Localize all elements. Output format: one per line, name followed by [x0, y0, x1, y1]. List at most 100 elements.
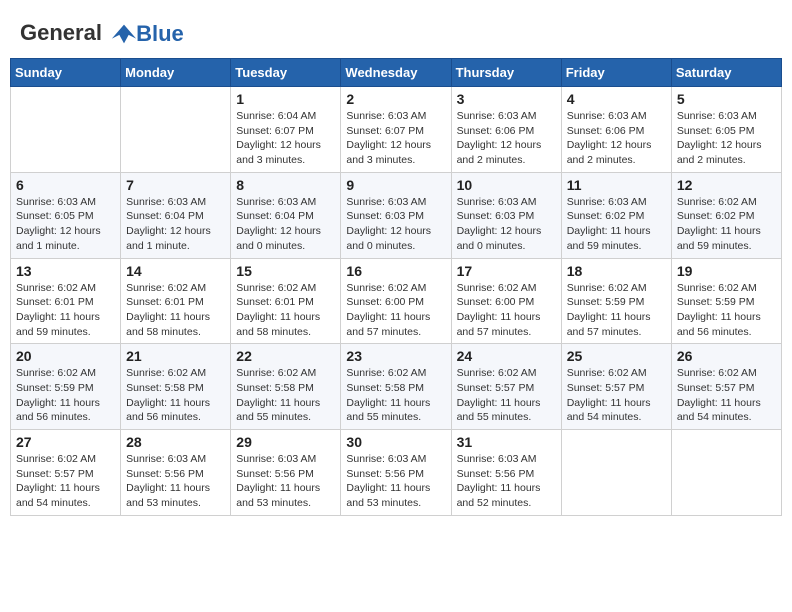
calendar-cell: 30 Sunrise: 6:03 AM Sunset: 5:56 PM Dayli… [341, 430, 451, 516]
day-info: Sunrise: 6:02 AM Sunset: 5:58 PM Dayligh… [236, 366, 335, 425]
day-info: Sunrise: 6:02 AM Sunset: 5:57 PM Dayligh… [567, 366, 666, 425]
calendar-week-2: 6 Sunrise: 6:03 AM Sunset: 6:05 PM Daylig… [11, 172, 782, 258]
day-info: Sunrise: 6:02 AM Sunset: 6:01 PM Dayligh… [126, 281, 225, 340]
calendar-cell [121, 87, 231, 173]
day-number: 30 [346, 434, 445, 450]
calendar-cell: 31 Sunrise: 6:03 AM Sunset: 5:56 PM Dayli… [451, 430, 561, 516]
day-info: Sunrise: 6:03 AM Sunset: 5:56 PM Dayligh… [457, 452, 556, 511]
day-number: 11 [567, 177, 666, 193]
day-info: Sunrise: 6:02 AM Sunset: 5:57 PM Dayligh… [677, 366, 776, 425]
calendar-cell: 15 Sunrise: 6:02 AM Sunset: 6:01 PM Dayli… [231, 258, 341, 344]
calendar-cell [561, 430, 671, 516]
day-number: 15 [236, 263, 335, 279]
day-number: 13 [16, 263, 115, 279]
day-info: Sunrise: 6:02 AM Sunset: 6:01 PM Dayligh… [16, 281, 115, 340]
calendar-cell: 14 Sunrise: 6:02 AM Sunset: 6:01 PM Dayli… [121, 258, 231, 344]
calendar-cell: 24 Sunrise: 6:02 AM Sunset: 5:57 PM Dayli… [451, 344, 561, 430]
day-info: Sunrise: 6:02 AM Sunset: 5:59 PM Dayligh… [16, 366, 115, 425]
logo: General Blue [20, 20, 184, 48]
day-number: 19 [677, 263, 776, 279]
weekday-header-row: SundayMondayTuesdayWednesdayThursdayFrid… [11, 59, 782, 87]
day-number: 22 [236, 348, 335, 364]
day-info: Sunrise: 6:03 AM Sunset: 6:06 PM Dayligh… [457, 109, 556, 168]
weekday-header-sunday: Sunday [11, 59, 121, 87]
day-number: 23 [346, 348, 445, 364]
calendar-cell: 2Sunrise: 6:03 AM Sunset: 6:07 PM Daylig… [341, 87, 451, 173]
calendar-cell: 1 Sunrise: 6:04 AM Sunset: 6:07 PM Daylig… [231, 87, 341, 173]
calendar-cell: 8 Sunrise: 6:03 AM Sunset: 6:04 PM Daylig… [231, 172, 341, 258]
day-number: 17 [457, 263, 556, 279]
calendar-cell: 29Sunrise: 6:03 AM Sunset: 5:56 PM Dayli… [231, 430, 341, 516]
weekday-header-friday: Friday [561, 59, 671, 87]
day-number: 1 [236, 91, 335, 107]
weekday-header-thursday: Thursday [451, 59, 561, 87]
day-info: Sunrise: 6:02 AM Sunset: 6:01 PM Dayligh… [236, 281, 335, 340]
day-info: Sunrise: 6:03 AM Sunset: 6:07 PM Dayligh… [346, 109, 445, 168]
calendar-cell: 22 Sunrise: 6:02 AM Sunset: 5:58 PM Dayli… [231, 344, 341, 430]
day-number: 24 [457, 348, 556, 364]
calendar-cell [671, 430, 781, 516]
day-number: 3 [457, 91, 556, 107]
calendar-cell: 26 Sunrise: 6:02 AM Sunset: 5:57 PM Dayli… [671, 344, 781, 430]
day-number: 28 [126, 434, 225, 450]
day-info: Sunrise: 6:03 AM Sunset: 6:04 PM Dayligh… [236, 195, 335, 254]
day-number: 26 [677, 348, 776, 364]
day-info: Sunrise: 6:02 AM Sunset: 6:02 PM Dayligh… [677, 195, 776, 254]
day-info: Sunrise: 6:03 AM Sunset: 5:56 PM Dayligh… [236, 452, 335, 511]
day-info: Sunrise: 6:03 AM Sunset: 6:05 PM Dayligh… [677, 109, 776, 168]
calendar-cell: 6 Sunrise: 6:03 AM Sunset: 6:05 PM Daylig… [11, 172, 121, 258]
day-info: Sunrise: 6:02 AM Sunset: 5:57 PM Dayligh… [16, 452, 115, 511]
day-info: Sunrise: 6:02 AM Sunset: 6:00 PM Dayligh… [457, 281, 556, 340]
calendar-cell: 4Sunrise: 6:03 AM Sunset: 6:06 PM Daylig… [561, 87, 671, 173]
day-number: 27 [16, 434, 115, 450]
calendar-cell: 10 Sunrise: 6:03 AM Sunset: 6:03 PM Dayli… [451, 172, 561, 258]
calendar-table: SundayMondayTuesdayWednesdayThursdayFrid… [10, 58, 782, 516]
day-number: 31 [457, 434, 556, 450]
calendar-cell: 12 Sunrise: 6:02 AM Sunset: 6:02 PM Dayli… [671, 172, 781, 258]
day-number: 25 [567, 348, 666, 364]
day-number: 8 [236, 177, 335, 193]
calendar-week-5: 27 Sunrise: 6:02 AM Sunset: 5:57 PM Dayli… [11, 430, 782, 516]
calendar-cell: 23 Sunrise: 6:02 AM Sunset: 5:58 PM Dayli… [341, 344, 451, 430]
day-number: 16 [346, 263, 445, 279]
day-number: 6 [16, 177, 115, 193]
calendar-cell: 7Sunrise: 6:03 AM Sunset: 6:04 PM Daylig… [121, 172, 231, 258]
calendar-cell: 9 Sunrise: 6:03 AM Sunset: 6:03 PM Daylig… [341, 172, 451, 258]
day-number: 5 [677, 91, 776, 107]
weekday-header-monday: Monday [121, 59, 231, 87]
day-info: Sunrise: 6:02 AM Sunset: 6:00 PM Dayligh… [346, 281, 445, 340]
day-info: Sunrise: 6:03 AM Sunset: 6:02 PM Dayligh… [567, 195, 666, 254]
calendar-cell: 28Sunrise: 6:03 AM Sunset: 5:56 PM Dayli… [121, 430, 231, 516]
calendar-cell: 20 Sunrise: 6:02 AM Sunset: 5:59 PM Dayli… [11, 344, 121, 430]
day-info: Sunrise: 6:02 AM Sunset: 5:57 PM Dayligh… [457, 366, 556, 425]
day-number: 4 [567, 91, 666, 107]
calendar-cell: 17 Sunrise: 6:02 AM Sunset: 6:00 PM Dayli… [451, 258, 561, 344]
day-number: 9 [346, 177, 445, 193]
day-info: Sunrise: 6:02 AM Sunset: 5:58 PM Dayligh… [346, 366, 445, 425]
day-info: Sunrise: 6:03 AM Sunset: 6:04 PM Dayligh… [126, 195, 225, 254]
day-info: Sunrise: 6:02 AM Sunset: 5:59 PM Dayligh… [677, 281, 776, 340]
calendar-week-1: 1 Sunrise: 6:04 AM Sunset: 6:07 PM Daylig… [11, 87, 782, 173]
logo-bird-icon [110, 20, 138, 48]
day-number: 12 [677, 177, 776, 193]
day-number: 20 [16, 348, 115, 364]
day-number: 10 [457, 177, 556, 193]
day-info: Sunrise: 6:04 AM Sunset: 6:07 PM Dayligh… [236, 109, 335, 168]
day-info: Sunrise: 6:03 AM Sunset: 5:56 PM Dayligh… [346, 452, 445, 511]
calendar-cell: 25 Sunrise: 6:02 AM Sunset: 5:57 PM Dayli… [561, 344, 671, 430]
calendar-week-4: 20 Sunrise: 6:02 AM Sunset: 5:59 PM Dayli… [11, 344, 782, 430]
day-number: 21 [126, 348, 225, 364]
day-info: Sunrise: 6:03 AM Sunset: 6:03 PM Dayligh… [346, 195, 445, 254]
calendar-cell: 19 Sunrise: 6:02 AM Sunset: 5:59 PM Dayli… [671, 258, 781, 344]
day-info: Sunrise: 6:03 AM Sunset: 6:03 PM Dayligh… [457, 195, 556, 254]
day-info: Sunrise: 6:03 AM Sunset: 6:05 PM Dayligh… [16, 195, 115, 254]
day-info: Sunrise: 6:02 AM Sunset: 5:59 PM Dayligh… [567, 281, 666, 340]
day-number: 18 [567, 263, 666, 279]
logo-blue: Blue [136, 21, 184, 47]
calendar-cell: 3 Sunrise: 6:03 AM Sunset: 6:06 PM Daylig… [451, 87, 561, 173]
day-info: Sunrise: 6:02 AM Sunset: 5:58 PM Dayligh… [126, 366, 225, 425]
calendar-cell: 13 Sunrise: 6:02 AM Sunset: 6:01 PM Dayli… [11, 258, 121, 344]
calendar-cell: 11 Sunrise: 6:03 AM Sunset: 6:02 PM Dayli… [561, 172, 671, 258]
day-number: 14 [126, 263, 225, 279]
logo-general: General [20, 20, 102, 45]
